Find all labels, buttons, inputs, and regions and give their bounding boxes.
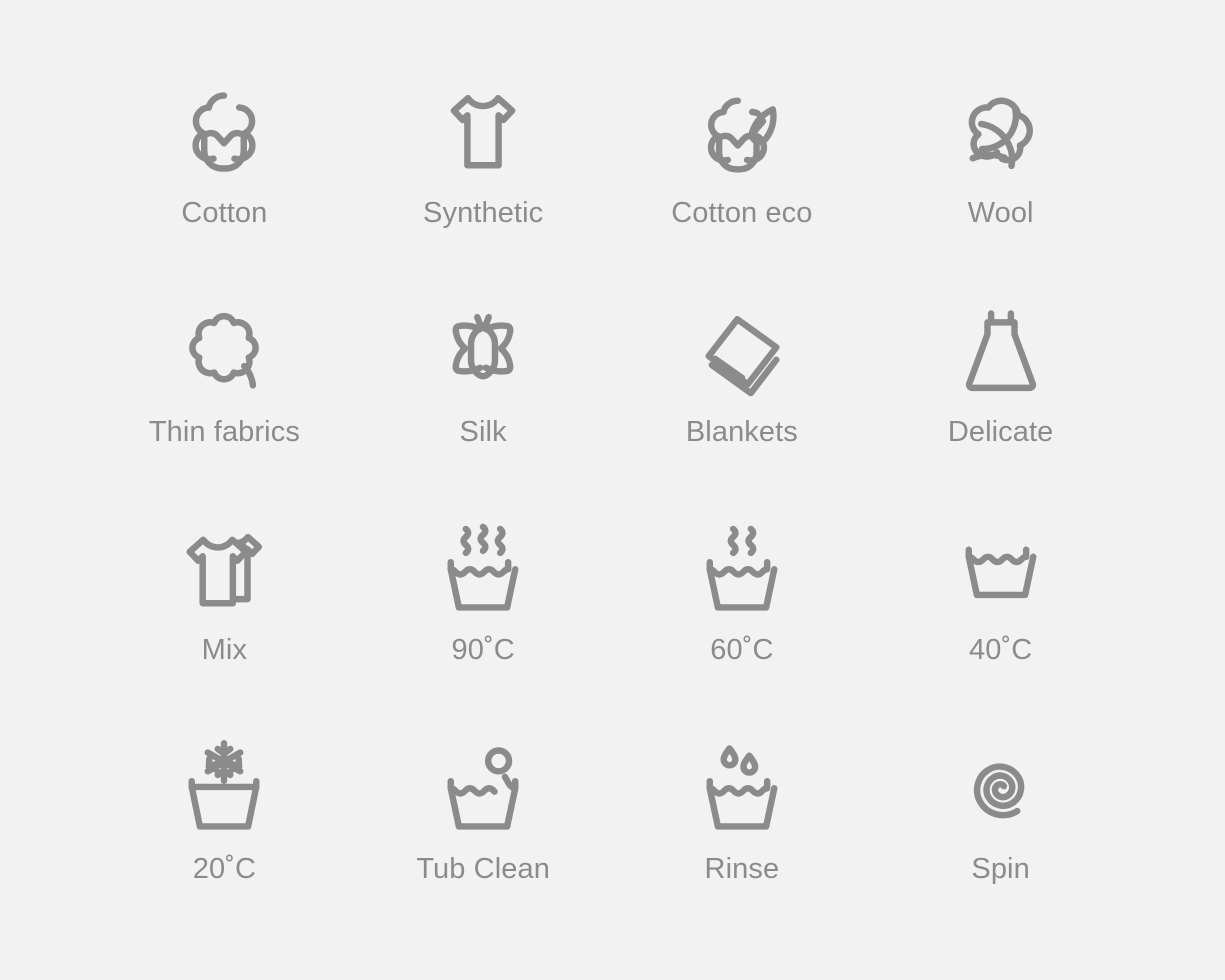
wash-tub-three-steam-icon <box>431 518 535 622</box>
icon-cell-blankets[interactable]: Blankets <box>613 264 872 483</box>
icon-label: 20˚C <box>192 853 256 886</box>
icon-label: Tub Clean <box>416 853 550 886</box>
scalloped-flower-icon <box>172 300 276 404</box>
cotton-boll-leaf-icon <box>690 81 794 185</box>
icon-cell-silk[interactable]: Silk <box>354 264 613 483</box>
dress-icon <box>949 300 1053 404</box>
icon-label: Cotton eco <box>671 196 813 229</box>
icon-label: Delicate <box>947 415 1054 448</box>
two-tshirts-icon <box>172 518 276 622</box>
icon-label: Mix <box>201 634 248 667</box>
icon-label: Rinse <box>704 853 780 886</box>
icon-label: 40˚C <box>968 634 1033 667</box>
icon-label: Spin <box>971 853 1030 886</box>
icon-label: Cotton <box>181 196 268 229</box>
icon-label: Silk <box>459 415 507 448</box>
wash-tub-bubble-icon <box>431 737 535 841</box>
wash-tub-two-steam-icon <box>690 518 794 622</box>
icon-cell-cotton[interactable]: Cotton <box>95 45 354 264</box>
icon-cell-wool[interactable]: Wool <box>871 45 1130 264</box>
icon-label: 60˚C <box>710 634 774 667</box>
tshirt-icon <box>431 81 535 185</box>
icon-cell-20c[interactable]: 20˚C <box>95 701 354 920</box>
icon-cell-60c[interactable]: 60˚C <box>613 483 872 702</box>
folded-blanket-icon <box>690 300 794 404</box>
icon-label: Synthetic <box>423 196 544 229</box>
wash-tub-icon <box>949 518 1053 622</box>
icon-label: Wool <box>967 196 1034 229</box>
wash-tub-droplets-icon <box>690 737 794 841</box>
icon-label: 90˚C <box>451 634 515 667</box>
icon-cell-mix[interactable]: Mix <box>95 483 354 702</box>
icon-cell-rinse[interactable]: Rinse <box>613 701 872 920</box>
icon-cell-delicate[interactable]: Delicate <box>871 264 1130 483</box>
wash-tub-snowflake-icon <box>172 737 276 841</box>
icon-label: Blankets <box>685 415 798 448</box>
spiral-icon <box>949 737 1053 841</box>
cotton-boll-icon <box>172 81 276 185</box>
icon-label: Thin fabrics <box>148 415 300 448</box>
icon-cell-90c[interactable]: 90˚C <box>354 483 613 702</box>
yarn-ball-icon <box>949 81 1053 185</box>
icon-cell-40c[interactable]: 40˚C <box>871 483 1130 702</box>
icon-cell-synthetic[interactable]: Synthetic <box>354 45 613 264</box>
icon-cell-tub-clean[interactable]: Tub Clean <box>354 701 613 920</box>
icon-cell-thin-fabrics[interactable]: Thin fabrics <box>95 264 354 483</box>
icon-cell-cotton-eco[interactable]: Cotton eco <box>613 45 872 264</box>
butterfly-icon <box>431 300 535 404</box>
icon-grid: Cotton Synthetic Cotton eco Wool Thin fa… <box>0 0 1225 980</box>
icon-cell-spin[interactable]: Spin <box>871 701 1130 920</box>
